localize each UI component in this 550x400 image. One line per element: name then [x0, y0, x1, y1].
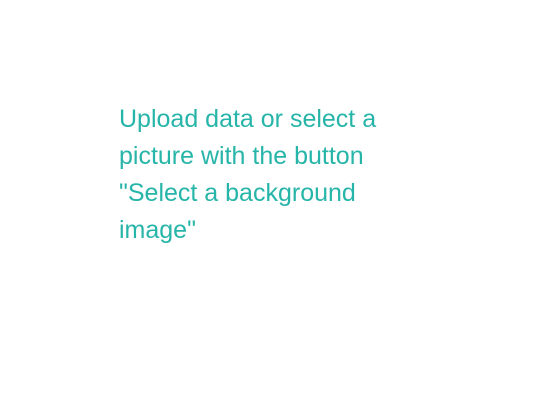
empty-state-message: Upload data or select a picture with the… [119, 105, 377, 244]
empty-canvas: Upload data or select a picture with the… [0, 0, 550, 400]
